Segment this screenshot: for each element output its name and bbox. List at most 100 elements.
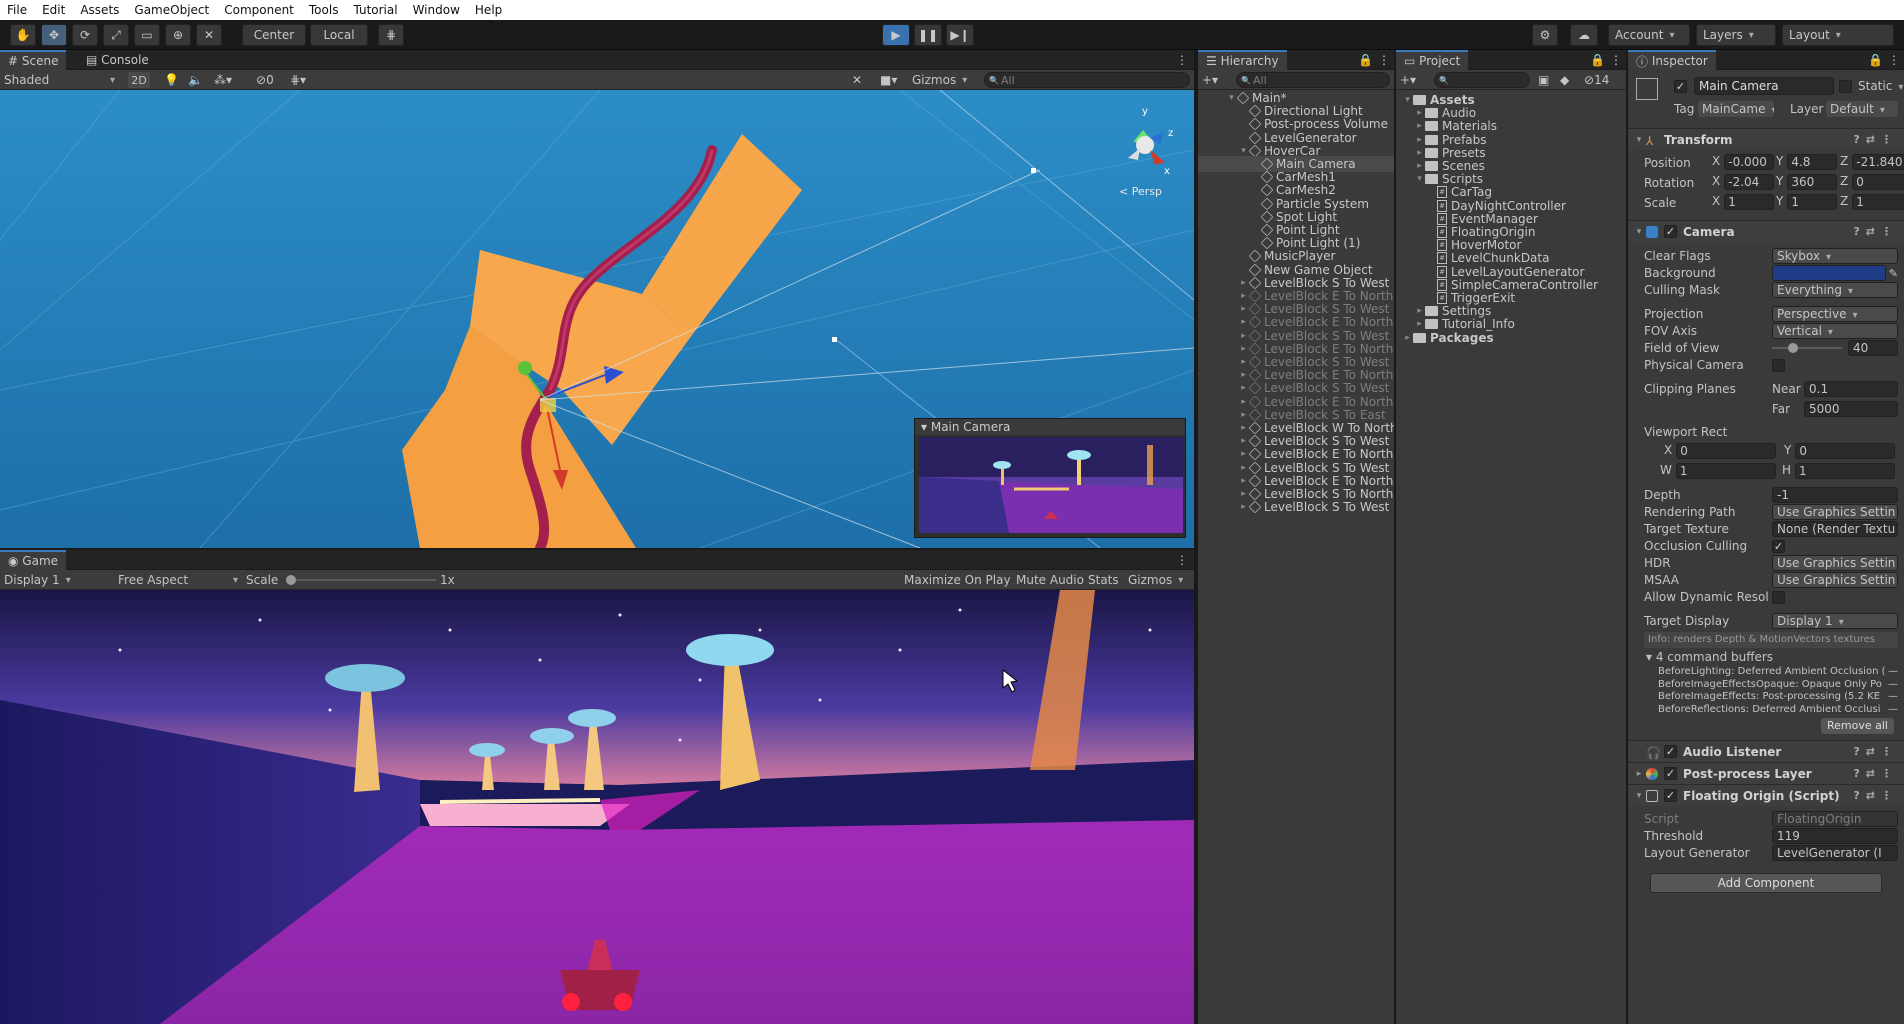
viewport-y-field[interactable]: 0 [1795, 443, 1896, 459]
project-item[interactable]: ▸ Packages [1396, 330, 1626, 346]
threshold-field[interactable]: 119 [1772, 828, 1898, 844]
floating-origin-header[interactable]: ▾ ✓ Floating Origin (Script) ?⇄⋮ [1628, 784, 1904, 806]
scene-menu-icon[interactable]: ⋮ [1168, 50, 1196, 70]
component-settings-icon[interactable]: ?⇄⋮ [1853, 789, 1898, 802]
foldout-arrow-icon[interactable]: ▾ [1226, 93, 1237, 103]
remove-buffer-icon[interactable]: — [1888, 703, 1898, 715]
rotation-z-field[interactable]: 0 [1852, 174, 1904, 190]
floating-origin-checkbox[interactable]: ✓ [1664, 789, 1677, 802]
foldout-arrow-icon[interactable]: ▸ [1238, 502, 1249, 512]
culling-mask-dropdown[interactable]: Everything [1772, 282, 1898, 298]
add-component-button[interactable]: Add Component [1650, 873, 1882, 893]
menu-item-file[interactable]: File [0, 3, 35, 17]
component-settings-icon[interactable]: ?⇄⋮ [1853, 225, 1898, 238]
menu-item-gameobject[interactable]: GameObject [127, 3, 217, 17]
foldout-arrow-icon[interactable]: ▾ [1402, 95, 1413, 105]
component-settings-icon[interactable]: ?⇄⋮ [1853, 133, 1898, 146]
layout-generator-field[interactable]: LevelGenerator (I [1772, 845, 1898, 861]
project-menu-icon[interactable]: ⋮ [1602, 50, 1630, 70]
foldout-arrow-icon[interactable]: ▸ [1238, 383, 1249, 393]
active-checkbox[interactable]: ✓ [1674, 80, 1687, 93]
scale-slider[interactable] [286, 572, 436, 588]
static-dropdown[interactable]: Static [1858, 79, 1903, 93]
foldout-arrow-icon[interactable]: ▸ [1402, 333, 1413, 343]
fov-slider[interactable] [1772, 347, 1842, 349]
rotate-tool-icon[interactable]: ⟳ [72, 24, 98, 46]
target-display-dropdown[interactable]: Display 1 [1772, 613, 1898, 629]
mode-2d-button[interactable]: 2D [128, 72, 150, 88]
physical-camera-checkbox[interactable] [1772, 358, 1785, 372]
transform-component-header[interactable]: ▾ ⅄ Transform ?⇄⋮ [1628, 128, 1904, 150]
game-viewport[interactable] [0, 590, 1194, 1024]
foldout-arrow-icon[interactable]: ▸ [1238, 449, 1249, 459]
foldout-arrow-icon[interactable]: ▸ [1238, 331, 1249, 341]
post-process-layer-header[interactable]: ▸ ✓ Post-process Layer ?⇄⋮ [1628, 762, 1904, 784]
foldout-arrow-icon[interactable]: ▸ [1238, 344, 1249, 354]
foldout-arrow-icon[interactable]: ▸ [1238, 317, 1249, 327]
foldout-arrow-icon[interactable]: ▸ [1238, 278, 1249, 288]
mute-audio-button[interactable]: Mute Audio [1016, 572, 1084, 588]
tag-dropdown[interactable]: MainCame [1698, 101, 1774, 117]
step-button[interactable]: ▶❙ [946, 24, 974, 46]
component-settings-icon[interactable]: ?⇄⋮ [1853, 767, 1898, 780]
custom-tool-icon[interactable]: ✕ [196, 24, 222, 46]
viewport-w-field[interactable]: 1 [1675, 463, 1776, 479]
pause-button[interactable]: ❚❚ [914, 24, 942, 46]
scene-search-input[interactable]: All [984, 72, 1190, 88]
object-name-field[interactable]: Main Camera [1694, 77, 1834, 95]
viewport-h-field[interactable]: 1 [1795, 463, 1896, 479]
foldout-arrow-icon[interactable]: ▸ [1414, 135, 1425, 145]
gizmos-dropdown[interactable]: Gizmos [912, 72, 967, 88]
tab-scene[interactable]: # Scene [0, 50, 67, 70]
effects-icon[interactable]: ⁂▾ [214, 72, 232, 88]
layers-dropdown[interactable]: Layers [1696, 24, 1776, 46]
audio-icon[interactable]: 🔈 [188, 72, 203, 88]
persp-label[interactable]: < Persp [1119, 185, 1162, 198]
eyedropper-icon[interactable]: ✎ [1889, 267, 1898, 280]
foldout-arrow-icon[interactable]: ▸ [1238, 291, 1249, 301]
account-dropdown[interactable]: Account [1608, 24, 1690, 46]
foldout-arrow-icon[interactable]: ▸ [1414, 161, 1425, 171]
foldout-arrow-icon[interactable]: ▾ [1238, 146, 1249, 156]
foldout-arrow-icon[interactable]: ▸ [1238, 463, 1249, 473]
shading-dropdown[interactable]: Shaded [4, 72, 118, 88]
rotation-y-field[interactable]: 360 [1787, 174, 1838, 190]
foldout-arrow-icon[interactable]: ▸ [1238, 489, 1249, 499]
menu-item-tutorial[interactable]: Tutorial [346, 3, 405, 17]
foldout-arrow-icon[interactable]: ▸ [1238, 476, 1249, 486]
post-process-checkbox[interactable]: ✓ [1664, 767, 1677, 780]
foldout-arrow-icon[interactable]: ▸ [1414, 108, 1425, 118]
layer-dropdown[interactable]: Default [1826, 101, 1898, 117]
foldout-arrow-icon[interactable]: ▸ [1414, 319, 1425, 329]
hand-tool-icon[interactable]: ✋ [10, 24, 36, 46]
hierarchy-search-input[interactable]: All [1236, 72, 1390, 88]
inspector-menu-icon[interactable]: ⋮ [1880, 50, 1904, 70]
remove-buffer-icon[interactable]: — [1888, 691, 1898, 702]
rect-tool-icon[interactable]: ▭ [134, 24, 160, 46]
layout-dropdown[interactable]: Layout [1782, 24, 1894, 46]
scale-tool-icon[interactable]: ⤢ [103, 24, 129, 46]
rendering-path-dropdown[interactable]: Use Graphics Settin [1772, 504, 1898, 520]
grid-toggle-icon[interactable]: ⋕▾ [290, 72, 306, 88]
projection-dropdown[interactable]: Perspective [1772, 306, 1898, 322]
aspect-dropdown[interactable]: Free Aspect [118, 572, 238, 588]
play-button[interactable]: ▶ [882, 24, 910, 46]
game-gizmos-dropdown[interactable]: Gizmos [1128, 572, 1183, 588]
maximize-on-play-button[interactable]: Maximize On Play [904, 572, 1011, 588]
foldout-arrow-icon[interactable]: ▸ [1238, 357, 1249, 367]
scale-x-field[interactable]: 1 [1724, 194, 1775, 210]
near-field[interactable]: 0.1 [1804, 381, 1898, 397]
foldout-arrow-icon[interactable]: ▸ [1238, 304, 1249, 314]
fov-slider-thumb[interactable] [1788, 343, 1798, 353]
tab-console[interactable]: ▤ Console [78, 50, 157, 70]
msaa-dropdown[interactable]: Use Graphics Settin [1772, 572, 1898, 588]
far-field[interactable]: 5000 [1804, 401, 1898, 417]
foldout-arrow-icon[interactable]: ▸ [1238, 397, 1249, 407]
menu-item-tools[interactable]: Tools [302, 3, 347, 17]
audio-listener-header[interactable]: 🎧 ✓ Audio Listener ?⇄⋮ [1628, 740, 1904, 762]
remove-all-button[interactable]: Remove all [1821, 718, 1894, 734]
hierarchy-add-icon[interactable]: +▾ [1202, 72, 1218, 88]
foldout-arrow-icon[interactable]: ▸ [1414, 306, 1425, 316]
menu-item-edit[interactable]: Edit [35, 3, 73, 17]
remove-buffer-icon[interactable]: — [1888, 666, 1898, 677]
